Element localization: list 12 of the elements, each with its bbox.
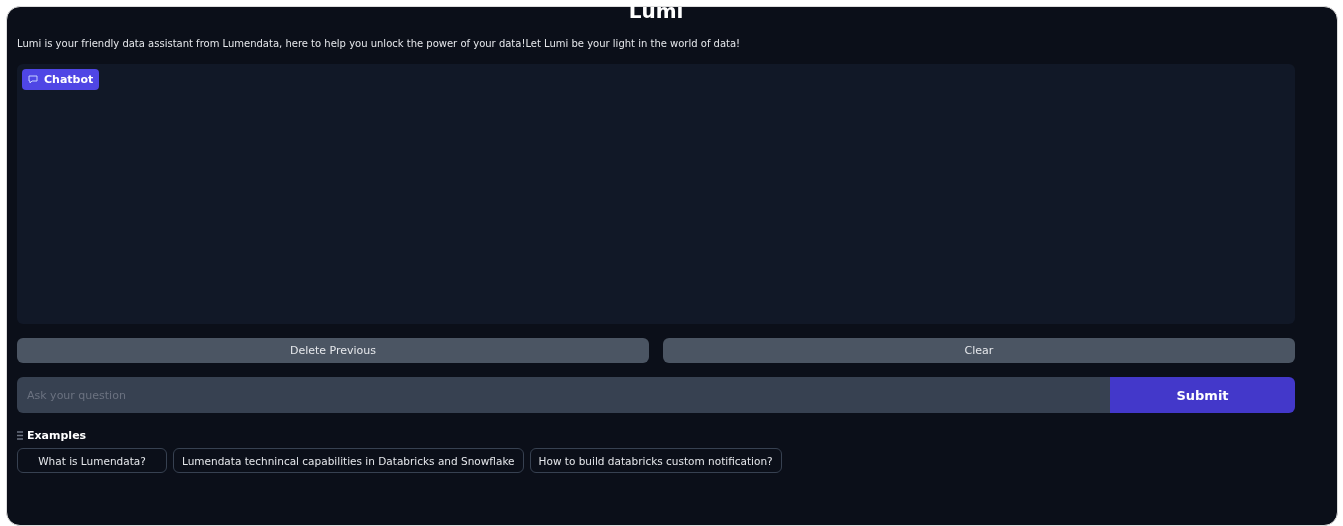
example-button[interactable]: What is Lumendata? xyxy=(17,448,167,473)
app-description: Lumi is your friendly data assistant from Lumendata, here to help you unlock the power of your data!Let Lumi be your light in the world of data! xyxy=(17,38,742,49)
chatbot-label-text: Chatbot xyxy=(44,73,94,86)
examples-label: Examples xyxy=(27,429,87,442)
app-title: Lumi xyxy=(628,1,684,21)
chat-icon xyxy=(28,75,38,84)
action-button[interactable]: Delete Previous xyxy=(17,338,649,363)
list-icon xyxy=(17,431,23,440)
example-button[interactable]: Lumendata technincal capabilities in Databricks and Snowflake xyxy=(173,448,524,473)
example-button[interactable]: How to build databricks custom notification? xyxy=(529,448,782,473)
submit-button[interactable]: Submit xyxy=(1110,377,1295,413)
action-button[interactable]: Clear xyxy=(663,338,1295,363)
